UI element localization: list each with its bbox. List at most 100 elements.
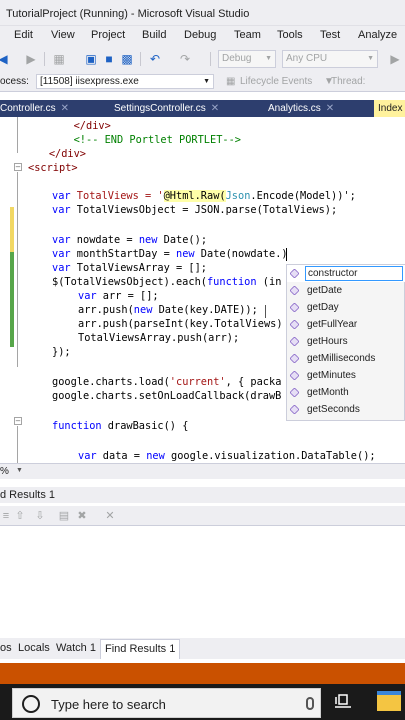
microphone-icon[interactable]: [306, 697, 314, 710]
task-view-icon[interactable]: [335, 694, 351, 708]
platform-dropdown[interactable]: Any CPU ▼: [282, 50, 378, 68]
tab-label: Controller.cs: [0, 103, 56, 114]
document-tab-strip: Controller.cs ✕ SettingsController.cs ✕ An…: [0, 100, 405, 117]
chevron-down-icon: ▼: [203, 78, 210, 85]
menu-project[interactable]: Project: [91, 29, 125, 41]
method-icon: [289, 285, 300, 296]
code-line: arr.push(parseInt(key.TotalViews): [78, 318, 283, 330]
new-project-icon[interactable]: ▦: [52, 52, 66, 66]
menu-build[interactable]: Build: [142, 29, 166, 41]
process-dropdown[interactable]: [11508] iisexpress.exe ▼: [36, 74, 214, 89]
tab-watch-1[interactable]: Watch 1: [56, 642, 96, 654]
completion-item[interactable]: getMilliseconds: [287, 350, 405, 367]
close-icon[interactable]: ✕: [326, 103, 334, 114]
start-icon[interactable]: ▶: [388, 52, 402, 66]
undo-icon[interactable]: ↶: [148, 52, 162, 66]
find-results-output[interactable]: [0, 526, 405, 638]
save-all-icon[interactable]: ▩: [120, 52, 134, 66]
completion-item[interactable]: getDay: [287, 299, 405, 316]
tab-controller[interactable]: Controller.cs ✕: [0, 100, 69, 117]
next-result-icon[interactable]: ⇩: [34, 510, 46, 522]
tab-analytics[interactable]: Analytics.cs ✕: [268, 100, 334, 117]
method-icon: [289, 370, 300, 381]
saved-change-marker: [10, 252, 14, 347]
toolbar-separator: [44, 52, 45, 66]
text-caret: [286, 248, 287, 261]
back-icon[interactable]: ◀: [0, 52, 10, 66]
menu-tools[interactable]: Tools: [277, 29, 303, 41]
title-bar: TutorialProject (Running) - Microsoft Vi…: [0, 0, 405, 26]
tab-label: Analytics.cs: [268, 103, 321, 114]
menu-debug[interactable]: Debug: [184, 29, 216, 41]
completion-item[interactable]: getMinutes: [287, 367, 405, 384]
ibeam-cursor: [265, 305, 266, 318]
code-line: arr.push(new Date(key.DATE));: [78, 304, 258, 316]
completion-item[interactable]: getSeconds: [287, 401, 405, 418]
code-line: var arr = [];: [78, 290, 159, 302]
completion-item[interactable]: getMonth: [287, 384, 405, 401]
save-icon[interactable]: ■: [102, 52, 116, 66]
stop-find-icon[interactable]: ✖: [76, 510, 88, 522]
solution-config-value: Debug: [222, 53, 252, 64]
file-explorer-icon[interactable]: [377, 691, 401, 711]
chevron-down-icon[interactable]: ▼: [16, 467, 23, 474]
code-line: var TotalViewsObject = JSON.parse(TotalV…: [52, 204, 338, 216]
code-line: $(TotalViewsObject).each(function (in: [52, 276, 282, 288]
tab-index[interactable]: Index: [374, 100, 405, 117]
tab-label: Index: [378, 103, 403, 114]
goto-location-icon[interactable]: ≡: [0, 510, 12, 522]
menu-team[interactable]: Team: [234, 29, 261, 41]
thread-label: Thread:: [331, 76, 366, 87]
redo-icon[interactable]: ↷: [178, 52, 192, 66]
chevron-down-icon: ▼: [367, 55, 374, 62]
tab-label: SettingsController.cs: [114, 103, 206, 114]
completion-item[interactable]: constructor: [287, 265, 405, 282]
completion-item[interactable]: getFullYear: [287, 316, 405, 333]
window-title: TutorialProject (Running) - Microsoft Vi…: [6, 8, 250, 20]
code-line: var data = new google.visualization.Data…: [78, 450, 376, 462]
lifecycle-icon[interactable]: ▦: [226, 76, 235, 87]
forward-icon[interactable]: ▶: [24, 52, 38, 66]
tab-locals[interactable]: Locals: [18, 642, 50, 654]
collapse-icon[interactable]: –: [14, 417, 22, 425]
taskbar-search-box[interactable]: Type here to search: [12, 688, 321, 718]
lifecycle-events-button[interactable]: Lifecycle Events: [240, 76, 312, 87]
standard-toolbar: ◀ ▶ ▦ ▣ ■ ▩ ↶ ↷ Debug ▼ Any CPU ▼ ▶: [0, 46, 405, 72]
close-icon[interactable]: ✕: [61, 103, 69, 114]
debug-location-toolbar: ocess: [11508] iisexpress.exe ▼ ▦ Lifecyc…: [0, 72, 405, 92]
collapse-icon[interactable]: –: [14, 163, 22, 171]
clear-icon[interactable]: ▤: [58, 510, 70, 522]
menu-edit[interactable]: Edit: [14, 29, 33, 41]
code-line: </div>: [48, 148, 87, 160]
method-icon: [289, 268, 300, 279]
code-line: function drawBasic() {: [52, 420, 189, 432]
status-bar: [0, 663, 405, 684]
outline-line: [17, 117, 18, 153]
close-icon[interactable]: ✕: [211, 103, 219, 114]
open-file-icon[interactable]: ▣: [84, 52, 98, 66]
previous-result-icon[interactable]: ⇧: [14, 510, 26, 522]
code-line: var monthStartDay = new Date(nowdate.): [52, 248, 288, 260]
zoom-level[interactable]: %: [0, 466, 9, 477]
menu-analyze[interactable]: Analyze: [358, 29, 397, 41]
menu-view[interactable]: View: [51, 29, 75, 41]
toolbar-separator: [140, 52, 141, 66]
cortana-icon: [22, 695, 40, 713]
cancel-icon[interactable]: ✕: [104, 510, 116, 522]
intellisense-popup: constructor getDate getDay getFullYear g…: [286, 264, 405, 421]
tab-settings-controller[interactable]: SettingsController.cs ✕: [114, 100, 219, 117]
platform-value: Any CPU: [286, 53, 328, 64]
process-label: ocess:: [0, 76, 29, 87]
code-line: <!-- END Portlet PORTLET-->: [73, 134, 241, 146]
completion-item[interactable]: getHours: [287, 333, 405, 350]
code-line: google.charts.load('current', { packa: [52, 376, 282, 388]
code-line: </div>: [73, 120, 111, 132]
tab-autos[interactable]: os: [0, 642, 12, 654]
solution-config-dropdown[interactable]: Debug ▼: [218, 50, 276, 68]
menu-test[interactable]: Test: [320, 29, 340, 41]
tab-find-results-1[interactable]: Find Results 1: [100, 639, 181, 659]
code-line: var TotalViews = '@Html.Raw(Json.Encode(…: [52, 190, 356, 202]
process-value: [11508] iisexpress.exe: [40, 76, 139, 87]
code-line: <script>: [28, 162, 78, 174]
completion-item[interactable]: getDate: [287, 282, 405, 299]
